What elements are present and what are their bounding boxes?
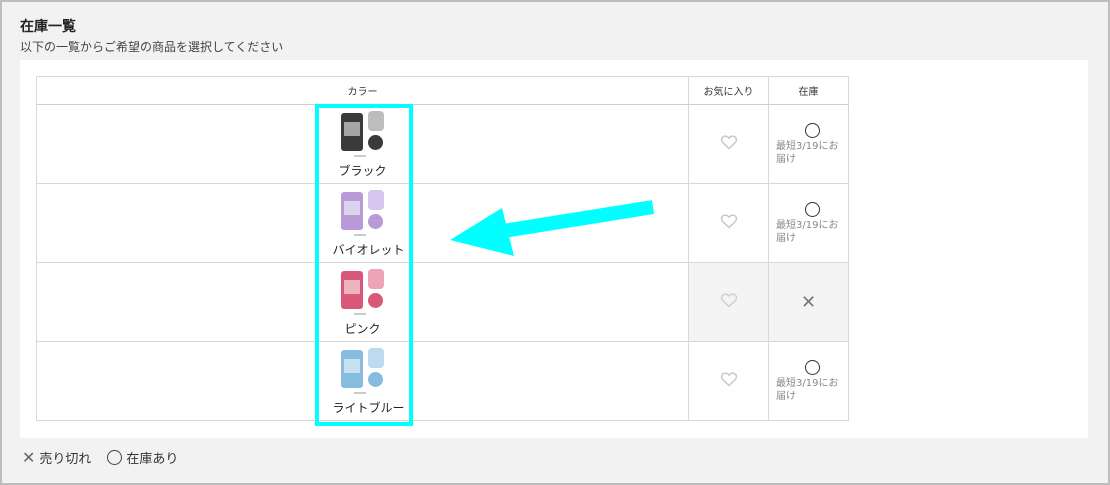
stock-cell[interactable]: 最短3/19にお届け xyxy=(768,183,849,263)
color-name: ブラック xyxy=(338,164,387,178)
table-row[interactable]: ピンク ✕ xyxy=(36,262,849,342)
bag-side-image xyxy=(367,190,384,210)
color-cell[interactable]: ライトブルー xyxy=(36,341,689,421)
image-caption-mark xyxy=(353,155,366,157)
heart-outline-icon[interactable] xyxy=(720,371,738,387)
delivery-date-text: 最短3/19にお届け xyxy=(776,377,839,402)
color-cell[interactable]: バイオレット xyxy=(36,183,689,263)
table-row[interactable]: バイオレット 最短3/19にお届け xyxy=(36,183,849,263)
delivery-date-text: 最短3/19にお届け xyxy=(776,219,839,244)
circle-icon[interactable] xyxy=(805,201,820,217)
legend-sold-out-label: 売り切れ xyxy=(39,452,92,467)
column-header-favorite: お気に入り xyxy=(688,76,769,105)
circle-icon[interactable] xyxy=(805,359,820,375)
column-header-color: カラー xyxy=(36,76,689,105)
color-cell[interactable]: ブラック xyxy=(36,104,689,184)
product-thumbnail[interactable] xyxy=(338,267,388,321)
stock-list-frame: 在庫一覧 以下の一覧からご希望の商品を選択してください カラー お気に入り 在庫… xyxy=(0,0,1110,485)
heart-outline-icon[interactable] xyxy=(720,134,738,150)
swatch-image xyxy=(367,372,383,387)
cross-icon: ✕ xyxy=(800,291,817,313)
favorite-cell xyxy=(688,104,769,184)
delivery-date-text: 最短3/19にお届け xyxy=(776,140,839,165)
stock-table-panel: カラー お気に入り 在庫 ブラック 最短3/19にお届け バイオレット 最短3/19に… xyxy=(20,60,1088,438)
cross-icon: ✕ xyxy=(22,448,36,467)
page-title: 在庫一覧 xyxy=(20,19,76,35)
product-thumbnail[interactable] xyxy=(338,109,388,163)
product-option[interactable]: ライトブルー xyxy=(332,346,405,416)
favorite-cell xyxy=(688,262,769,342)
favorite-cell xyxy=(688,183,769,263)
stock-table: カラー お気に入り 在庫 ブラック 最短3/19にお届け バイオレット 最短3/19に… xyxy=(36,76,849,421)
legend-available-label: 在庫あり xyxy=(126,452,179,467)
bag-side-image xyxy=(367,269,384,289)
color-cell[interactable]: ピンク xyxy=(36,262,689,342)
bag-front-image xyxy=(340,113,363,151)
product-thumbnail[interactable] xyxy=(338,188,388,242)
table-row[interactable]: ライトブルー 最短3/19にお届け xyxy=(36,341,849,421)
stock-cell[interactable]: 最短3/19にお届け xyxy=(768,104,849,184)
swatch-image xyxy=(367,214,383,229)
legend-sold-out: ✕ 売り切れ xyxy=(22,448,91,467)
image-caption-mark xyxy=(353,392,366,394)
heart-outline-icon[interactable] xyxy=(720,213,738,229)
product-option[interactable]: ブラック xyxy=(333,109,393,179)
bag-front-image xyxy=(340,271,363,309)
legend: ✕ 売り切れ 在庫あり xyxy=(22,448,194,467)
page-subtitle: 以下の一覧からご希望の商品を選択してください xyxy=(20,40,284,54)
heart-outline-icon[interactable] xyxy=(720,292,738,308)
image-caption-mark xyxy=(353,313,366,315)
bag-front-image xyxy=(340,192,363,230)
image-caption-mark xyxy=(353,234,366,236)
legend-available: 在庫あり xyxy=(107,448,178,467)
product-thumbnail[interactable] xyxy=(338,346,388,400)
column-header-stock: 在庫 xyxy=(768,76,849,105)
stock-cell: ✕ xyxy=(768,262,849,342)
table-row[interactable]: ブラック 最短3/19にお届け xyxy=(36,104,849,184)
stock-cell[interactable]: 最短3/19にお届け xyxy=(768,341,849,421)
color-name: バイオレット xyxy=(332,243,405,257)
color-name: ライトブルー xyxy=(332,401,405,415)
circle-icon[interactable] xyxy=(805,122,820,138)
bag-side-image xyxy=(367,111,384,131)
swatch-image xyxy=(367,135,383,150)
color-name: ピンク xyxy=(344,322,381,336)
bag-side-image xyxy=(367,348,384,368)
favorite-cell xyxy=(688,341,769,421)
product-option[interactable]: ピンク xyxy=(333,267,393,337)
bag-front-image xyxy=(340,350,363,388)
swatch-image xyxy=(367,293,383,308)
table-header-row: カラー お気に入り 在庫 xyxy=(36,76,849,105)
product-option[interactable]: バイオレット xyxy=(332,188,405,258)
circle-icon xyxy=(107,450,123,465)
